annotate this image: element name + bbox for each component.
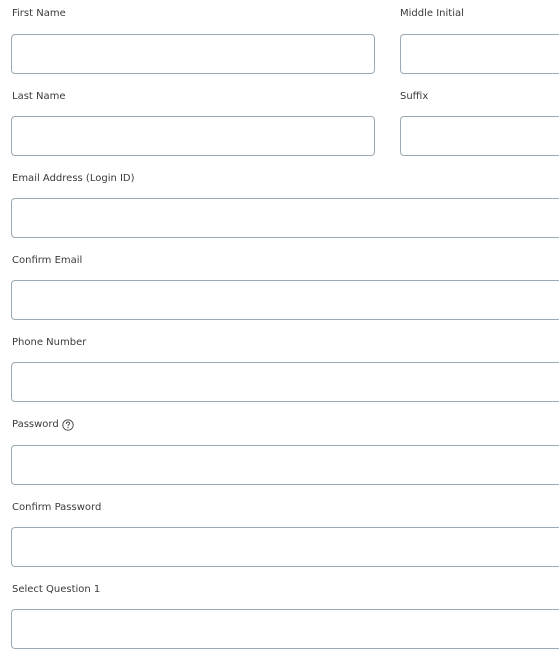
first-name-label: First Name <box>12 8 66 20</box>
select-question-1-input[interactable] <box>11 609 559 649</box>
registration-form: First Name Middle Initial Last Name Suff… <box>0 0 559 649</box>
phone-label: Phone Number <box>12 337 86 349</box>
confirm-email-label-text: Confirm Email <box>12 255 83 266</box>
select-question-1-label: Select Question 1 <box>12 584 100 596</box>
confirm-email-input[interactable] <box>11 280 559 320</box>
email-label: Email Address (Login ID) <box>12 173 135 185</box>
last-name-label: Last Name <box>12 91 66 103</box>
question-circle-icon[interactable] <box>62 419 74 431</box>
password-label-text: Password <box>12 419 59 430</box>
password-input[interactable] <box>11 445 559 485</box>
last-name-label-text: Last Name <box>12 91 66 102</box>
confirm-email-label: Confirm Email <box>12 255 82 267</box>
suffix-label: Suffix <box>400 91 428 103</box>
first-name-input[interactable] <box>11 34 375 74</box>
first-name-label-text: First Name <box>12 8 66 19</box>
email-input[interactable] <box>11 198 559 238</box>
password-label: Password <box>12 419 74 431</box>
confirm-password-label: Confirm Password <box>12 502 101 514</box>
select-question-1-label-text: Select Question 1 <box>12 584 101 595</box>
suffix-label-text: Suffix <box>400 91 429 102</box>
middle-initial-label: Middle Initial <box>400 8 464 20</box>
phone-label-text: Phone Number <box>12 337 87 348</box>
suffix-input[interactable] <box>400 116 559 156</box>
middle-initial-input[interactable] <box>400 34 559 74</box>
phone-input[interactable] <box>11 362 559 402</box>
confirm-password-label-text: Confirm Password <box>12 502 102 513</box>
confirm-password-input[interactable] <box>11 527 559 567</box>
middle-initial-label-text: Middle Initial <box>400 8 464 19</box>
last-name-input[interactable] <box>11 116 375 156</box>
email-label-text: Email Address (Login ID) <box>12 173 135 184</box>
